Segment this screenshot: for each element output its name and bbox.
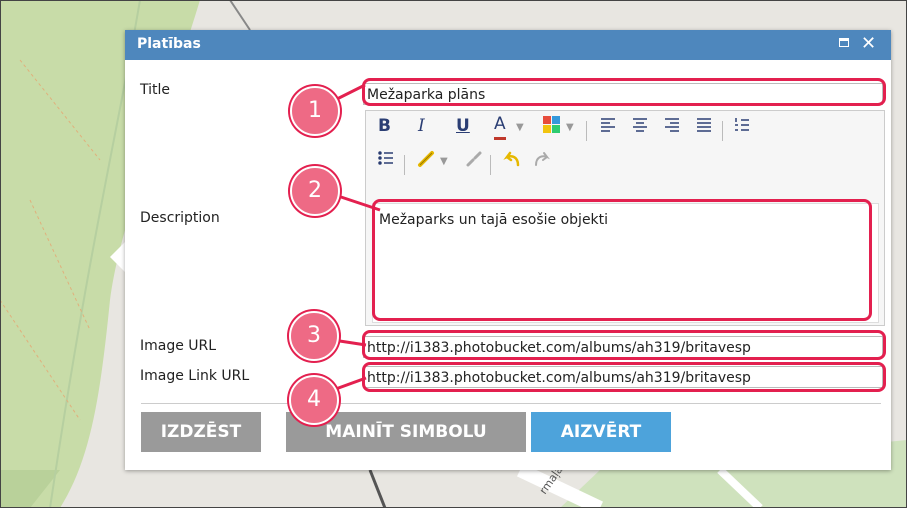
callout-connectors: [332, 83, 381, 392]
callout-badge-3: 3: [289, 311, 339, 361]
callout-badge-4: 4: [289, 375, 339, 425]
callout-badge-2: 2: [290, 166, 340, 216]
callout-badge-1: 1: [290, 86, 340, 136]
